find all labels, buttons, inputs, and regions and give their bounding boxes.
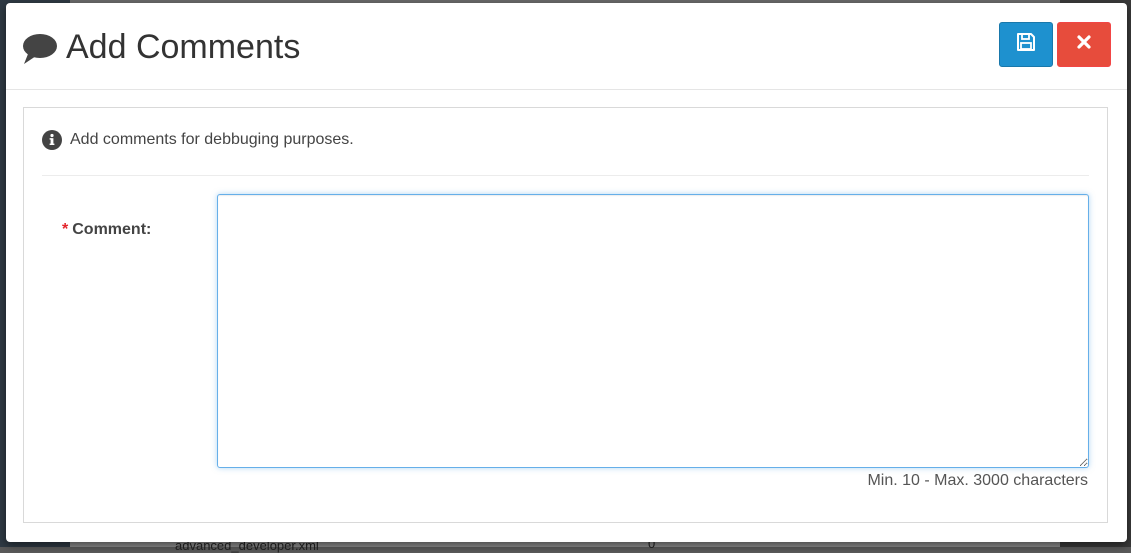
floppy-disk-icon [1016,32,1036,57]
info-message: Add comments for debbuging purposes. [42,130,354,150]
close-icon [1076,34,1092,55]
modal-header: Add Comments [6,3,1127,90]
info-circle-icon [42,130,62,150]
save-button[interactable] [999,22,1053,67]
comment-label-text: Comment: [72,221,152,238]
modal-body: Add comments for debbuging purposes. * Co… [23,107,1108,523]
comment-icon [22,33,58,65]
comment-help-text: Min. 10 - Max. 3000 characters [867,472,1088,489]
comment-label: * Comment: [62,221,151,239]
info-text: Add comments for debbuging purposes. [70,131,354,148]
required-marker: * [62,221,69,238]
add-comments-modal: Add Comments Add comments for debbuging … [6,3,1127,542]
comment-textarea[interactable] [217,194,1089,468]
divider [42,175,1089,176]
modal-title: Add Comments [66,28,301,66]
close-button[interactable] [1057,22,1111,67]
